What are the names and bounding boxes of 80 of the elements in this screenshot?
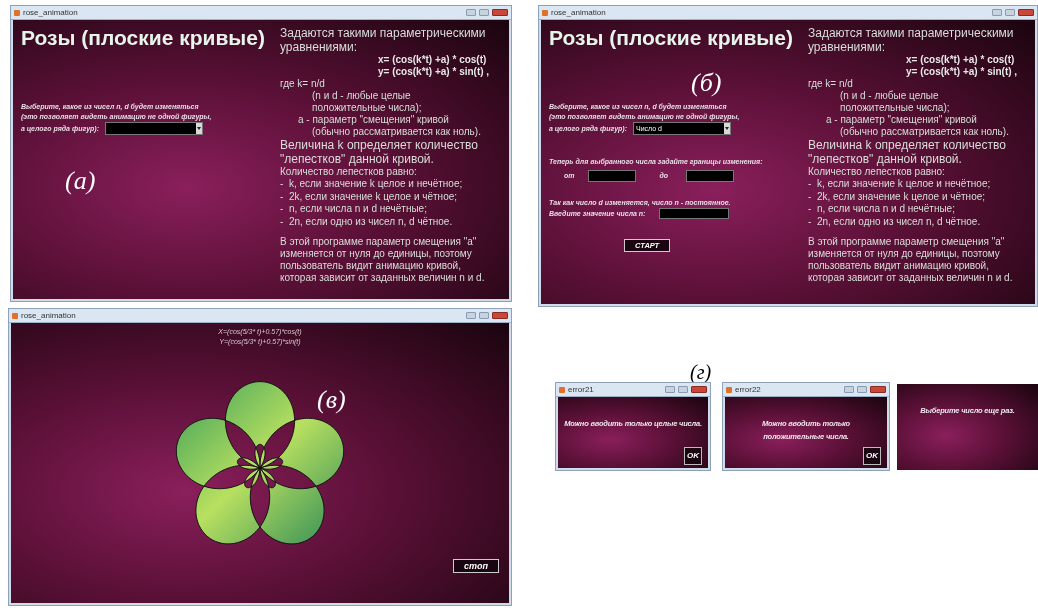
info-text: (обычно рассматривается как ноль). — [311, 126, 482, 138]
info-text: y= (cos(k*t) +a) * sin(t) , — [905, 66, 1019, 78]
dropdown[interactable] — [105, 122, 203, 135]
info-text: a - параметр "смещения" кривой — [825, 114, 978, 126]
info-text: пользователь видит анимацию кривой, — [808, 260, 990, 272]
info-text: y= (cos(k*t) +a) * sin(t) , — [377, 66, 491, 78]
window-title: rose_animation — [21, 311, 76, 320]
minimize-button[interactable] — [466, 9, 476, 16]
input-field[interactable] — [587, 170, 636, 182]
info-text: положительные числа); — [839, 102, 951, 114]
maximize-button[interactable] — [1005, 9, 1015, 16]
input-field[interactable] — [686, 170, 735, 182]
minimize-button[interactable] — [992, 9, 1002, 16]
info-text: Величина k определяет количество — [808, 138, 1007, 152]
info-text: - 2n, если одно из чисел n, d чётное. — [280, 215, 454, 228]
info-text: x= (cos(k*t) +a) * cos(t) — [377, 54, 488, 66]
minimize-button[interactable] — [665, 386, 675, 393]
info-text: Количество лепестков равно: — [808, 166, 946, 178]
figure-label: (г) — [690, 362, 712, 382]
info-text: В этой программе параметр смещения "a" — [280, 236, 478, 248]
info-text: изменяется от нуля до единицы, поэтому — [280, 248, 473, 260]
info-text: которая зависит от заданных величин n и d. — [280, 272, 486, 284]
info-text: "лепестков" данной кривой. — [280, 152, 435, 166]
info-text: x= (cos(k*t) +a) * cos(t) — [905, 54, 1016, 66]
app-icon — [12, 312, 18, 319]
minimize-button[interactable] — [844, 386, 854, 393]
maximize-button[interactable] — [678, 386, 688, 393]
window-title: error22 — [735, 385, 761, 394]
app-icon — [726, 386, 732, 393]
caret-icon — [196, 123, 202, 134]
info-text: положительные числа); — [311, 102, 423, 114]
info-text: - n, если числа n и d нечётные; — [280, 203, 428, 216]
minimize-button[interactable] — [466, 312, 476, 319]
window-title: rose_animation — [23, 8, 78, 17]
maximize-button[interactable] — [479, 312, 489, 319]
info-text: (n и d - любые целые — [839, 90, 940, 102]
close-button[interactable] — [492, 312, 508, 319]
info-text: Задаются такими параметрическими — [280, 26, 487, 40]
info-text: где k= n/d — [280, 78, 326, 90]
info-text: В этой программе параметр смещения "a" — [808, 236, 1006, 248]
ok-button[interactable]: OK — [684, 447, 702, 465]
info-text: (обычно рассматривается как ноль). — [839, 126, 1010, 138]
figure-label: (а) — [65, 168, 96, 194]
info-text: - 2n, если одно из чисел n, d чётное. — [808, 215, 982, 228]
info-text: Величина k определяет количество — [280, 138, 479, 152]
info-text: "лепестков" данной кривой. — [808, 152, 963, 166]
info-text: уравнениями: — [280, 40, 358, 54]
info-text: уравнениями: — [808, 40, 886, 54]
info-text: - 2k, если значение k целое и чётное; — [808, 190, 987, 203]
app-icon — [14, 9, 20, 16]
maximize-button[interactable] — [857, 386, 867, 393]
info-text: - n, если числа n и d нечётные; — [808, 203, 956, 216]
info-text: пользователь видит анимацию кривой, — [280, 260, 462, 272]
figure-label: (б) — [691, 70, 722, 96]
window-title: error21 — [568, 385, 594, 394]
maximize-button[interactable] — [479, 9, 489, 16]
stop-button[interactable]: стоп — [453, 559, 499, 573]
info-text: Задаются такими параметрическими — [808, 26, 1015, 40]
window-title: rose_animation — [551, 8, 606, 17]
app-icon — [559, 386, 565, 393]
close-button[interactable] — [870, 386, 886, 393]
caret-icon — [724, 123, 730, 134]
app-icon — [542, 9, 548, 16]
close-button[interactable] — [691, 386, 707, 393]
info-text: Количество лепестков равно: — [280, 166, 418, 178]
app-heading: Розы (плоские кривые) — [549, 26, 794, 50]
info-text: где k= n/d — [808, 78, 854, 90]
info-text: которая зависит от заданных величин n и d. — [808, 272, 1014, 284]
close-button[interactable] — [492, 9, 508, 16]
info-text: - k, если значение k целое и нечётное; — [808, 178, 992, 191]
ok-button[interactable]: OK — [863, 447, 881, 465]
info-text: (n и d - любые целые — [311, 90, 412, 102]
info-text: изменяется от нуля до единицы, поэтому — [808, 248, 1001, 260]
close-button[interactable] — [1018, 9, 1034, 16]
info-text: - k, если значение k целое и нечётное; — [280, 178, 464, 191]
info-text: - 2k, если значение k целое и чётное; — [280, 190, 459, 203]
info-text: a - параметр "смещения" кривой — [297, 114, 450, 126]
input-field[interactable] — [659, 208, 730, 219]
figure-label: (в) — [317, 387, 346, 413]
app-heading: Розы (плоские кривые) — [21, 26, 266, 50]
